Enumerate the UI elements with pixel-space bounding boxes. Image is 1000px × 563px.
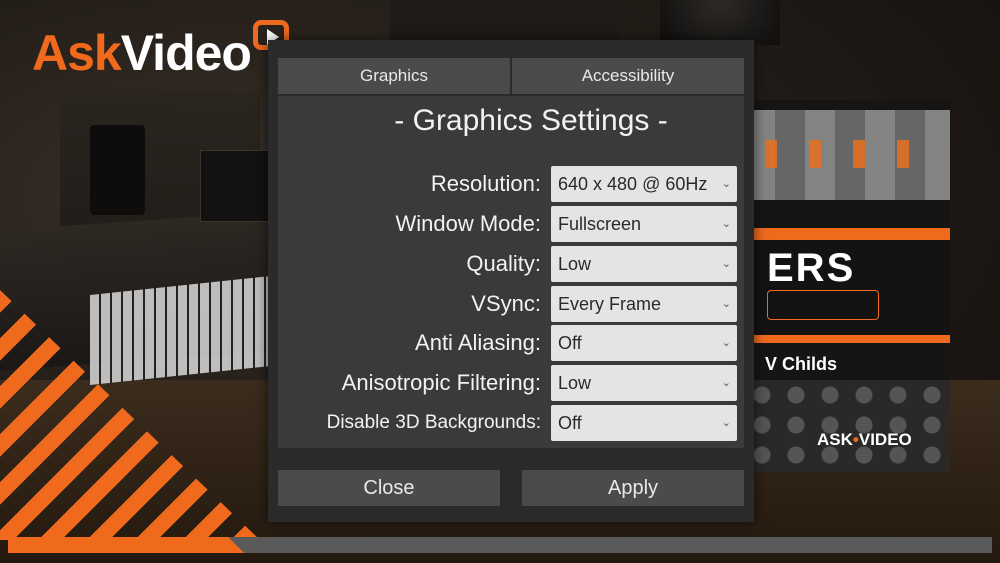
chevron-down-icon: ⌄ xyxy=(721,298,731,310)
disable-3d-backgrounds-select[interactable]: Off ⌄ xyxy=(551,405,737,441)
progress-fill xyxy=(8,537,244,553)
close-button[interactable]: Close xyxy=(278,470,500,506)
meters-graphic xyxy=(767,290,879,320)
studio-speaker xyxy=(90,125,145,215)
anti-aliasing-select[interactable]: Off ⌄ xyxy=(551,325,737,361)
logo-video-text: Video xyxy=(120,25,252,81)
tab-accessibility[interactable]: Accessibility xyxy=(512,58,744,94)
select-value: Off xyxy=(558,413,582,433)
synth-knobs-image xyxy=(745,380,950,472)
setting-label: VSync: xyxy=(471,291,541,316)
tab-graphics[interactable]: Graphics xyxy=(278,58,510,94)
window-mode-select[interactable]: Fullscreen ⌄ xyxy=(551,206,737,242)
chevron-down-icon: ⌄ xyxy=(721,258,731,270)
select-value: 640 x 480 @ 60Hz xyxy=(558,174,708,194)
setting-row-disable-3d-backgrounds: Disable 3D Backgrounds: Off ⌄ xyxy=(278,405,744,441)
card-logo-video: VIDEO xyxy=(858,430,912,449)
select-value: Off xyxy=(558,333,582,353)
quality-select[interactable]: Low ⌄ xyxy=(551,246,737,282)
top-speaker xyxy=(660,0,780,45)
setting-row-window-mode: Window Mode: Fullscreen ⌄ xyxy=(278,206,744,242)
course-brand-text: ERS xyxy=(767,246,856,290)
askvideo-logo: Ask Video xyxy=(32,20,289,84)
panel-title: - Graphics Settings - xyxy=(394,104,668,137)
chevron-down-icon: ⌄ xyxy=(721,337,731,349)
chevron-down-icon: ⌄ xyxy=(721,417,731,429)
select-value: Every Frame xyxy=(558,294,662,314)
setting-label: Disable 3D Backgrounds: xyxy=(326,412,541,433)
apply-button[interactable]: Apply xyxy=(522,470,744,506)
chevron-down-icon: ⌄ xyxy=(721,377,731,389)
chevron-down-icon: ⌄ xyxy=(721,218,731,230)
setting-row-anti-aliasing: Anti Aliasing: Off ⌄ xyxy=(278,325,744,361)
logo-ask-text: Ask xyxy=(32,25,122,81)
setting-row-quality: Quality: Low ⌄ xyxy=(278,246,744,282)
graphics-settings-panel: - Graphics Settings - Resolution: 640 x … xyxy=(278,96,744,448)
card-logo-ask: ASK xyxy=(817,430,853,449)
select-value: Fullscreen xyxy=(558,214,642,234)
anisotropic-filtering-select[interactable]: Low ⌄ xyxy=(551,365,737,401)
setting-row-anisotropic-filtering: Anisotropic Filtering: Low ⌄ xyxy=(278,365,744,401)
orange-band xyxy=(745,228,950,238)
setting-row-vsync: VSync: Every Frame ⌄ xyxy=(278,286,744,322)
setting-label: Resolution: xyxy=(430,171,541,196)
resolution-select[interactable]: 640 x 480 @ 60Hz ⌄ xyxy=(551,166,737,202)
setting-label: Window Mode: xyxy=(395,211,541,236)
setting-label: Anisotropic Filtering: xyxy=(341,370,541,395)
top-equipment xyxy=(390,0,620,40)
vsync-select[interactable]: Every Frame ⌄ xyxy=(551,286,737,322)
mixer-knobs-image xyxy=(745,110,950,200)
playback-progress-bar[interactable] xyxy=(8,537,992,553)
setting-row-resolution: Resolution: 640 x 480 @ 60Hz ⌄ xyxy=(278,166,744,202)
card-logo: ASK•VIDEO xyxy=(817,430,912,450)
select-value: Low xyxy=(558,254,592,274)
setting-label: Anti Aliasing: xyxy=(415,330,541,355)
setting-label: Quality: xyxy=(466,251,541,276)
select-value: Low xyxy=(558,373,592,393)
course-card: ERS V Childs ASK•VIDEO xyxy=(745,100,950,472)
course-author: V Childs xyxy=(765,354,838,374)
chevron-down-icon: ⌄ xyxy=(721,178,731,190)
settings-dialog: Graphics Accessibility - Graphics Settin… xyxy=(268,40,754,522)
